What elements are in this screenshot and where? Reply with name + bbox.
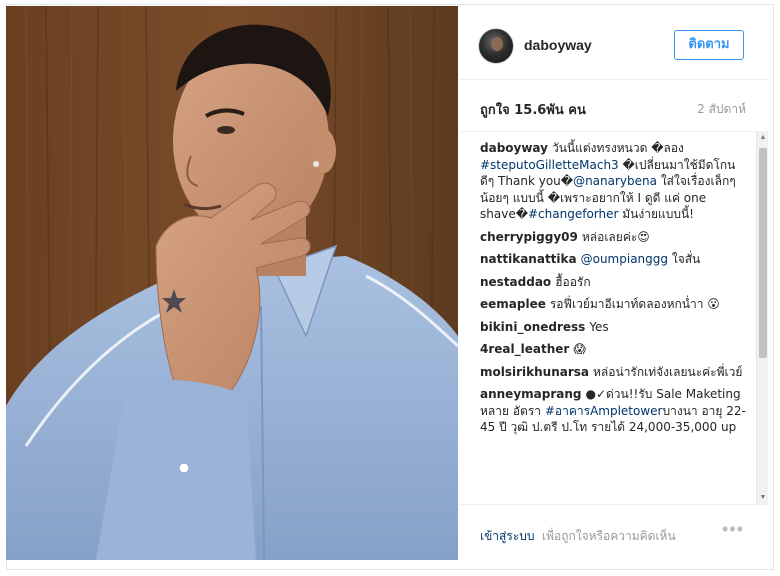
comment-username[interactable]: nestaddao: [480, 275, 551, 289]
post-footer: เข้าสู่ระบบ เพื่อถูกใจหรือความคิดเห็น ••…: [460, 504, 768, 560]
comment-text: วันนี้แต่งทรงหนวด �ลอง: [551, 141, 684, 155]
comment-item: bikini_onedress Yes: [480, 319, 746, 336]
scroll-thumb[interactable]: [759, 148, 767, 358]
mention-link[interactable]: @oumpianggg: [581, 252, 668, 266]
avatar-face: [491, 37, 503, 51]
post-side-panel: daboyway ติดตาม ถูกใจ 15.6พัน คน 2 สัปดา…: [460, 6, 768, 560]
likes-row: ถูกใจ 15.6พัน คน 2 สัปดาห์: [460, 80, 768, 132]
follow-button[interactable]: ติดตาม: [674, 30, 744, 60]
comment-username[interactable]: molsirikhunarsa: [480, 365, 589, 379]
comment-text: มันง่ายแบบนี้!: [618, 207, 694, 221]
comment-username[interactable]: anneymaprang: [480, 387, 581, 401]
comment-username[interactable]: nattikanattika: [480, 252, 577, 266]
comment-item: molsirikhunarsa หล่อน่ารักเท่จังเลยนะค่ะพ…: [480, 364, 746, 381]
comment-text: ฮื้ออรัก: [555, 274, 591, 289]
hashtag-link[interactable]: #อาคารAmpletower: [545, 404, 663, 418]
scroll-up-arrow-icon[interactable]: ▲: [757, 132, 769, 144]
comment-username[interactable]: 4real_leather: [480, 342, 569, 356]
mention-link[interactable]: @nanarybena: [573, 174, 657, 188]
comment-item: eemaplee รอฟี่เวย์มาอีเมาท์ดลองหกน่ำา 😮: [480, 296, 746, 313]
comment-username[interactable]: cherrypiggy09: [480, 230, 578, 244]
comment-text: Yes: [589, 319, 609, 334]
comment-item: cherrypiggy09 หล่อเลยค่ะ😍: [480, 229, 746, 246]
hashtag-link[interactable]: #changeforher: [528, 207, 618, 221]
comment-text: หล่อเลยค่ะ😍: [581, 229, 650, 244]
comment-username[interactable]: eemaplee: [480, 297, 546, 311]
avatar[interactable]: [478, 28, 514, 64]
portrait-image: [6, 6, 458, 560]
post-header: daboyway ติดตาม: [460, 6, 768, 80]
comments-list: daboyway วันนี้แต่งทรงหนวด �ลอง #steputoG…: [460, 132, 756, 504]
comment-text: ใจสั่น: [668, 252, 701, 266]
hashtag-link[interactable]: #steputoGilletteMach3: [480, 158, 619, 172]
comment-item: nattikanattika @oumpianggg ใจสั่น: [480, 251, 746, 268]
comment-item: anneymaprang ●✓ด่วน!!รับ Sale Maketing หล…: [480, 386, 746, 436]
login-link[interactable]: เข้าสู่ระบบ: [480, 527, 535, 546]
username-link[interactable]: daboyway: [524, 37, 592, 53]
likes-count[interactable]: ถูกใจ 15.6พัน คน: [480, 99, 586, 120]
comment-item: daboyway วันนี้แต่งทรงหนวด �ลอง #steputoG…: [480, 140, 746, 223]
scroll-down-arrow-icon[interactable]: ▼: [757, 492, 769, 504]
comments-scrollbar[interactable]: ▲ ▼: [756, 132, 768, 504]
comment-username[interactable]: bikini_onedress: [480, 320, 585, 334]
comment-item: 4real_leather 😱: [480, 341, 746, 358]
post-time[interactable]: 2 สัปดาห์: [697, 100, 746, 119]
login-prompt: เพื่อถูกใจหรือความคิดเห็น: [542, 529, 676, 543]
post-photo[interactable]: [6, 6, 458, 560]
more-options-icon[interactable]: •••: [722, 519, 744, 540]
comment-text: 😱: [573, 342, 586, 356]
comment-text: หล่อน่ารักเท่จังเลยนะค่ะพี่เวย์: [593, 364, 743, 379]
comment-item: nestaddao ฮื้ออรัก: [480, 274, 746, 291]
comment-text: รอฟี่เวย์มาอีเมาท์ดลองหกน่ำา 😮: [549, 297, 720, 311]
comment-username[interactable]: daboyway: [480, 141, 548, 155]
